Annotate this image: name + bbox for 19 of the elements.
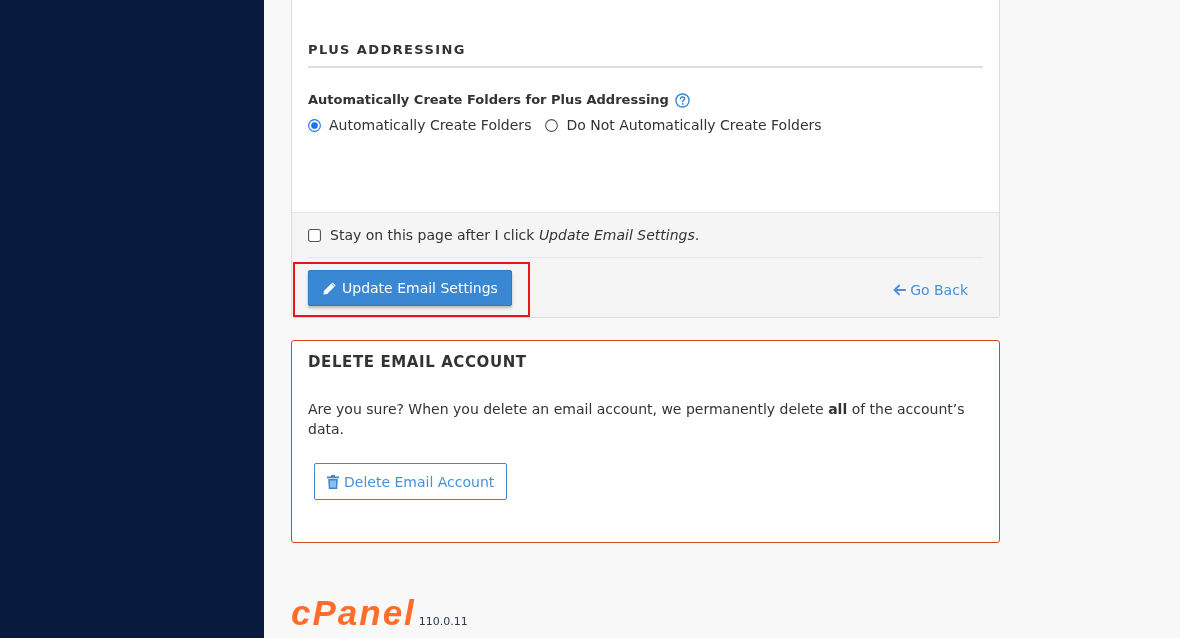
radio-option[interactable]: Do Not Automatically Create Folders bbox=[545, 115, 822, 135]
checkbox-label: Stay on this page after I click Update Email Settings. bbox=[330, 226, 700, 245]
trash-icon bbox=[327, 474, 339, 489]
section-heading: PLUS ADDRESSING bbox=[308, 40, 983, 68]
go-back-link[interactable]: Go Back bbox=[893, 281, 968, 298]
field-label: Automatically Create Folders for Plus Addressing bbox=[308, 91, 669, 109]
update-settings-button[interactable]: Update Email Settings bbox=[308, 270, 512, 306]
section-heading: DELETE EMAIL ACCOUNT bbox=[308, 352, 528, 373]
pencil-icon bbox=[322, 280, 337, 296]
radio-selected-icon[interactable] bbox=[308, 118, 321, 132]
help-icon[interactable] bbox=[674, 92, 690, 108]
logo: cPanel bbox=[291, 597, 416, 629]
radio-icon[interactable] bbox=[545, 118, 559, 132]
radio-option[interactable]: Automatically Create Folders bbox=[308, 115, 532, 135]
checkbox[interactable] bbox=[308, 228, 321, 242]
arrow-left-icon bbox=[893, 283, 907, 296]
warning-text: Are you sure? When you delete an email account, we permanently delete all of the account’s data. bbox=[308, 400, 966, 439]
version-text: 110.0.11 bbox=[418, 615, 468, 628]
delete-account-button[interactable]: Delete Email Account bbox=[314, 463, 508, 500]
